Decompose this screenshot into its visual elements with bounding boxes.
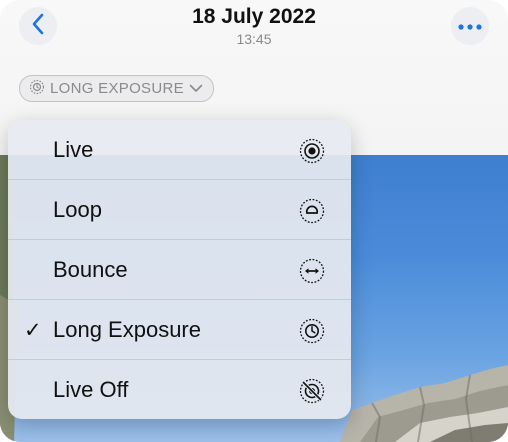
more-button[interactable] <box>451 7 489 45</box>
live-mode-menu: Live Loop Bounce ✓ Long Exposure Live Of… <box>8 120 351 419</box>
menu-item-live-off[interactable]: Live Off <box>8 360 351 419</box>
menu-item-live[interactable]: Live <box>8 120 351 180</box>
long-exposure-icon <box>29 79 45 99</box>
live-mode-pill-label: LONG EXPOSURE <box>50 80 184 97</box>
menu-item-label: Live Off <box>53 377 129 402</box>
long-exposure-icon <box>299 318 325 344</box>
loop-icon <box>299 198 325 224</box>
photo-viewer: 18 July 2022 13:45 LONG EXPOSURE Live Lo… <box>0 0 508 442</box>
photo-date: 18 July 2022 <box>192 5 316 28</box>
chevron-down-icon <box>189 80 203 97</box>
menu-item-label: Live <box>53 137 94 162</box>
more-dots-icon <box>458 17 482 35</box>
menu-item-bounce[interactable]: Bounce <box>8 240 351 300</box>
bounce-icon <box>299 258 325 284</box>
checkmark-icon: ✓ <box>24 318 42 342</box>
live-mode-pill[interactable]: LONG EXPOSURE <box>19 75 214 102</box>
menu-item-label: Long Exposure <box>53 317 201 342</box>
menu-item-label: Bounce <box>53 257 128 282</box>
menu-item-long-exposure[interactable]: ✓ Long Exposure <box>8 300 351 360</box>
menu-item-loop[interactable]: Loop <box>8 180 351 240</box>
photo-time: 13:45 <box>236 31 272 47</box>
live-off-icon <box>299 378 325 404</box>
menu-item-label: Loop <box>53 197 102 222</box>
live-icon <box>299 138 325 164</box>
